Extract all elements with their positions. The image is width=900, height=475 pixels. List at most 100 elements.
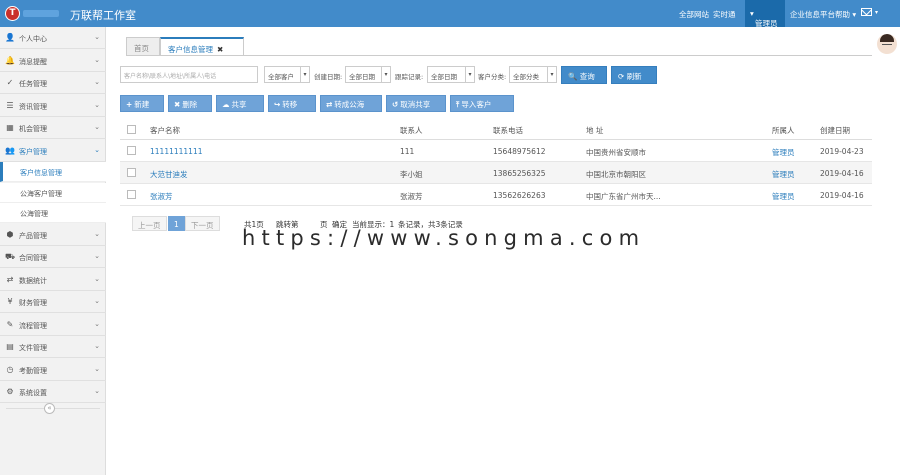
sidebar-item-label: 机会管理 xyxy=(19,125,47,133)
customer-name-link[interactable]: 张淑芳 xyxy=(150,191,173,202)
chevron-down-icon: ⌄ xyxy=(94,297,100,305)
followup-select[interactable]: 全部日期 ▾ xyxy=(427,66,475,83)
col-created[interactable]: 创建日期 xyxy=(820,125,850,136)
select-all-checkbox[interactable] xyxy=(127,125,136,134)
search-icon: 🔍 xyxy=(568,72,578,81)
delete-button[interactable]: ✖ 删除 xyxy=(168,95,212,112)
chevron-down-icon[interactable]: ▾ xyxy=(875,9,878,16)
owner-link[interactable]: 管理员 xyxy=(772,191,795,202)
next-page-button[interactable]: 下一页 xyxy=(185,216,220,231)
tab-home[interactable]: 首页 xyxy=(126,37,160,56)
phone-cell: 15648975612 xyxy=(493,147,546,156)
col-phone[interactable]: 联系电话 xyxy=(493,125,523,136)
transfer-button[interactable]: ↪ 转移 xyxy=(268,95,316,112)
sidebar-item-products[interactable]: ⬢ 产品管理 ⌄ xyxy=(0,224,106,246)
sidebar-item-attendance[interactable]: ◷ 考勤管理 ⌄ xyxy=(0,359,106,381)
mail-icon[interactable] xyxy=(861,8,872,16)
sidebar-item-tasks[interactable]: ✓ 任务管理 ⌄ xyxy=(0,72,106,94)
sidebar-item-label: 产品管理 xyxy=(19,231,47,240)
top-link-all-sites[interactable]: 全部网站 xyxy=(679,9,709,20)
new-button[interactable]: + 新建 xyxy=(120,95,164,112)
sidebar-item-files[interactable]: ▤ 文件管理 ⌄ xyxy=(0,336,106,358)
sidebar-item-messages[interactable]: 🔔 消息提醒 ⌄ xyxy=(0,50,106,72)
category-select[interactable]: 全部分类 ▾ xyxy=(509,66,557,83)
row-checkbox[interactable] xyxy=(127,168,136,177)
col-owner[interactable]: 所属人 xyxy=(772,125,795,136)
sidebar-item-label: 资讯管理 xyxy=(19,102,47,111)
top-user-label: 管理员 xyxy=(755,19,778,28)
col-contact[interactable]: 联系人 xyxy=(400,125,423,136)
phone-cell: 13865256325 xyxy=(493,169,546,178)
truck-icon: ⛟ xyxy=(5,252,16,261)
owner-link[interactable]: 管理员 xyxy=(772,147,795,158)
sidebar-item-label: 系统设置 xyxy=(19,389,47,397)
search-input[interactable]: 客户名称\联系人\地址\所属人\电话 xyxy=(120,66,258,83)
sidebar-item-contracts[interactable]: ⛟ 合同管理 ⌄ xyxy=(0,246,106,268)
share-arrow-icon: ↪ xyxy=(274,100,281,109)
sidebar-item-label: 财务管理 xyxy=(19,299,47,307)
table-header: 客户名称 联系人 联系电话 地 址 所属人 创建日期 xyxy=(120,118,872,140)
customer-name-link[interactable]: 11111111111 xyxy=(150,147,203,156)
phone-cell: 13562626263 xyxy=(493,191,546,200)
tab-customer-info[interactable]: 客户信息管理 ✖ xyxy=(160,37,244,56)
sidebar-subitem-label: 公海管理 xyxy=(20,210,48,218)
avatar[interactable] xyxy=(877,34,897,54)
to-public-button[interactable]: ⇄ 转成公海 xyxy=(320,95,382,112)
sidebar-subitem-customer-info[interactable]: 客户信息管理 xyxy=(0,162,106,182)
sidebar: 👤 个人中心 ⌄ 🔔 消息提醒 ⌄ ✓ 任务管理 ⌄ ☰ 资讯管理 ⌄ ▦ 机会管理 ⌄ 👥 客户管理 ⌄ 客户信息… xyxy=(0,27,106,475)
top-link-realtime[interactable]: 实时通 xyxy=(713,9,736,20)
app-title: 万联帮工作室 xyxy=(70,9,136,22)
row-checkbox[interactable] xyxy=(127,146,136,155)
bell-icon: 🔔 xyxy=(5,55,15,65)
sidebar-item-statistics[interactable]: ⇄ 数据统计 ⌄ xyxy=(0,269,106,291)
table-row[interactable]: 张淑芳 张淑芳 13562626263 中国广东省广州市天... 管理员 201… xyxy=(120,184,872,206)
sidebar-subitem-public-pool[interactable]: 公海管理 xyxy=(0,203,106,223)
customer-select[interactable]: 全部客户 ▾ xyxy=(264,66,310,83)
top-user-menu[interactable]: 管理员 ▾ xyxy=(745,0,785,28)
prev-page-button[interactable]: 上一页 xyxy=(132,216,167,231)
clock-icon: ◷ xyxy=(6,364,14,374)
sidebar-item-label: 个人中心 xyxy=(19,35,47,43)
query-button[interactable]: 🔍 查询 xyxy=(561,66,607,84)
customer-name-link[interactable]: 大范甘迪发 xyxy=(150,169,188,180)
cancel-share-button[interactable]: ↺ 取消共享 xyxy=(386,95,446,112)
owner-link[interactable]: 管理员 xyxy=(772,169,795,180)
sidebar-item-news[interactable]: ☰ 资讯管理 ⌄ xyxy=(0,95,106,117)
create-date-select[interactable]: 全部日期 ▾ xyxy=(345,66,391,83)
col-customer-name[interactable]: 客户名称 xyxy=(150,125,180,136)
sidebar-item-personal[interactable]: 👤 个人中心 ⌄ xyxy=(0,27,106,49)
page-1-button[interactable]: 1 xyxy=(168,216,185,231)
sidebar-subitem-public-pool-customers[interactable]: 公海客户管理 xyxy=(0,182,106,203)
collapse-sidebar-icon[interactable]: « xyxy=(44,403,55,414)
user-icon: 👤 xyxy=(5,33,15,42)
chevron-down-icon: ⌄ xyxy=(94,123,100,131)
contact-cell: 李小姐 xyxy=(400,170,423,179)
sidebar-item-finance[interactable]: ¥ 财务管理 ⌄ xyxy=(0,291,106,313)
table-row[interactable]: 11111111111 111 15648975612 中国贵州省安顺市 管理员… xyxy=(120,140,872,162)
chevron-down-icon: ⌄ xyxy=(94,364,100,373)
table-row[interactable]: 大范甘迪发 李小姐 13865256325 中国北京市朝阳区 管理员 2019-… xyxy=(120,162,872,184)
sidebar-subitem-label: 公海客户管理 xyxy=(20,189,62,198)
refresh-button[interactable]: ⟳ 刷新 xyxy=(611,66,657,84)
sidebar-item-workflow[interactable]: ✎ 流程管理 ⌄ xyxy=(0,314,106,336)
chevron-down-icon: ⌄ xyxy=(94,55,100,64)
created-cell: 2019-04-16 xyxy=(820,169,864,178)
chevron-down-icon: ▾ xyxy=(381,67,390,82)
row-checkbox[interactable] xyxy=(127,190,136,199)
app-logo[interactable]: T xyxy=(5,6,20,21)
top-link-help[interactable]: 企业信息平台帮助 ▾ xyxy=(790,9,856,20)
import-button[interactable]: ⤒ 导入客户 xyxy=(450,95,514,112)
share-button[interactable]: ☁ 共享 xyxy=(216,95,264,112)
tab-divider xyxy=(126,55,872,56)
chevron-down-icon: ⌄ xyxy=(94,319,100,328)
sidebar-item-opportunities[interactable]: ▦ 机会管理 ⌄ xyxy=(0,117,106,139)
refresh-icon: ⟳ xyxy=(618,72,625,81)
sidebar-item-settings[interactable]: ⚙ 系统设置 ⌄ xyxy=(0,381,106,403)
close-icon[interactable]: ✖ xyxy=(217,45,223,54)
chevron-down-icon: ⌄ xyxy=(94,229,100,238)
sidebar-subitem-label: 客户信息管理 xyxy=(20,169,62,177)
col-address[interactable]: 地 址 xyxy=(586,125,603,136)
sidebar-item-label: 合同管理 xyxy=(19,254,47,262)
chevron-down-icon: ⌄ xyxy=(94,100,100,109)
sidebar-item-customers[interactable]: 👥 客户管理 ⌄ xyxy=(0,140,106,162)
